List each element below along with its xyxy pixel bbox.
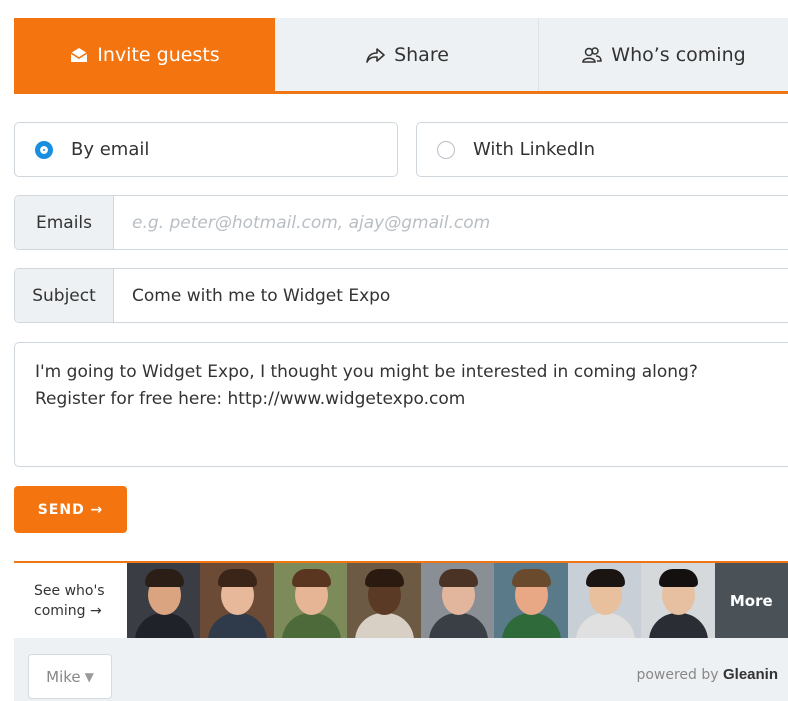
see-whos-coming-link[interactable]: See who's coming → (14, 563, 127, 638)
emails-label: Emails (15, 196, 114, 249)
see-who-line: coming → (34, 603, 102, 619)
footer: Mike ▼ powered by Gleanin (14, 638, 788, 701)
emails-input[interactable] (114, 196, 788, 249)
see-who-line: See who's (34, 583, 105, 599)
tab-whos-coming[interactable]: Who’s coming (539, 18, 788, 91)
attendee-avatar[interactable] (127, 563, 201, 638)
brand-name: Gleanin (722, 666, 778, 683)
user-dropdown[interactable]: Mike ▼ (28, 654, 112, 699)
attendee-avatar[interactable] (494, 563, 568, 638)
by-email-label: By email (71, 139, 150, 160)
share-arrow-icon (364, 46, 386, 64)
attendee-avatar[interactable] (347, 563, 421, 638)
user-name: Mike (46, 667, 81, 686)
powered-by-text: powered by (636, 667, 719, 683)
tab-label: Who’s coming (611, 43, 746, 66)
attendee-avatar[interactable] (273, 563, 348, 638)
emails-field-group: Emails (14, 195, 788, 250)
caret-down-icon: ▼ (84, 669, 94, 684)
by-email-option[interactable]: By email (14, 122, 398, 177)
attendee-avatar[interactable] (420, 563, 495, 638)
radio-selected-icon[interactable] (35, 140, 53, 159)
tab-share[interactable]: Share (275, 18, 539, 91)
subject-label: Subject (15, 269, 114, 322)
attendee-strip: See who's coming → More (14, 563, 788, 638)
more-attendees-button[interactable]: More (714, 563, 788, 638)
tab-label: Share (394, 43, 449, 66)
subject-field-group: Subject (14, 268, 788, 323)
message-line: I'm going to Widget Expo, I thought you … (35, 362, 698, 382)
tab-label: Invite guests (97, 43, 220, 66)
message-textarea[interactable]: I'm going to Widget Expo, I thought you … (14, 342, 788, 467)
with-linkedin-option[interactable]: With LinkedIn (416, 122, 788, 177)
attendee-avatar[interactable] (200, 563, 274, 638)
message-line: Register for free here: http://www.widge… (35, 389, 466, 409)
tab-bar: Invite guests Share Who’s coming (14, 18, 788, 94)
powered-by[interactable]: powered by Gleanin (636, 666, 778, 683)
envelope-icon (69, 46, 89, 64)
attendee-avatar[interactable] (641, 563, 715, 638)
with-linkedin-label: With LinkedIn (473, 139, 596, 160)
people-icon (581, 46, 603, 64)
subject-input[interactable] (114, 269, 788, 322)
attendee-avatar[interactable] (567, 563, 642, 638)
tab-invite-guests[interactable]: Invite guests (14, 18, 275, 91)
send-button[interactable]: SEND → (14, 486, 127, 533)
radio-unselected-icon[interactable] (437, 140, 455, 159)
